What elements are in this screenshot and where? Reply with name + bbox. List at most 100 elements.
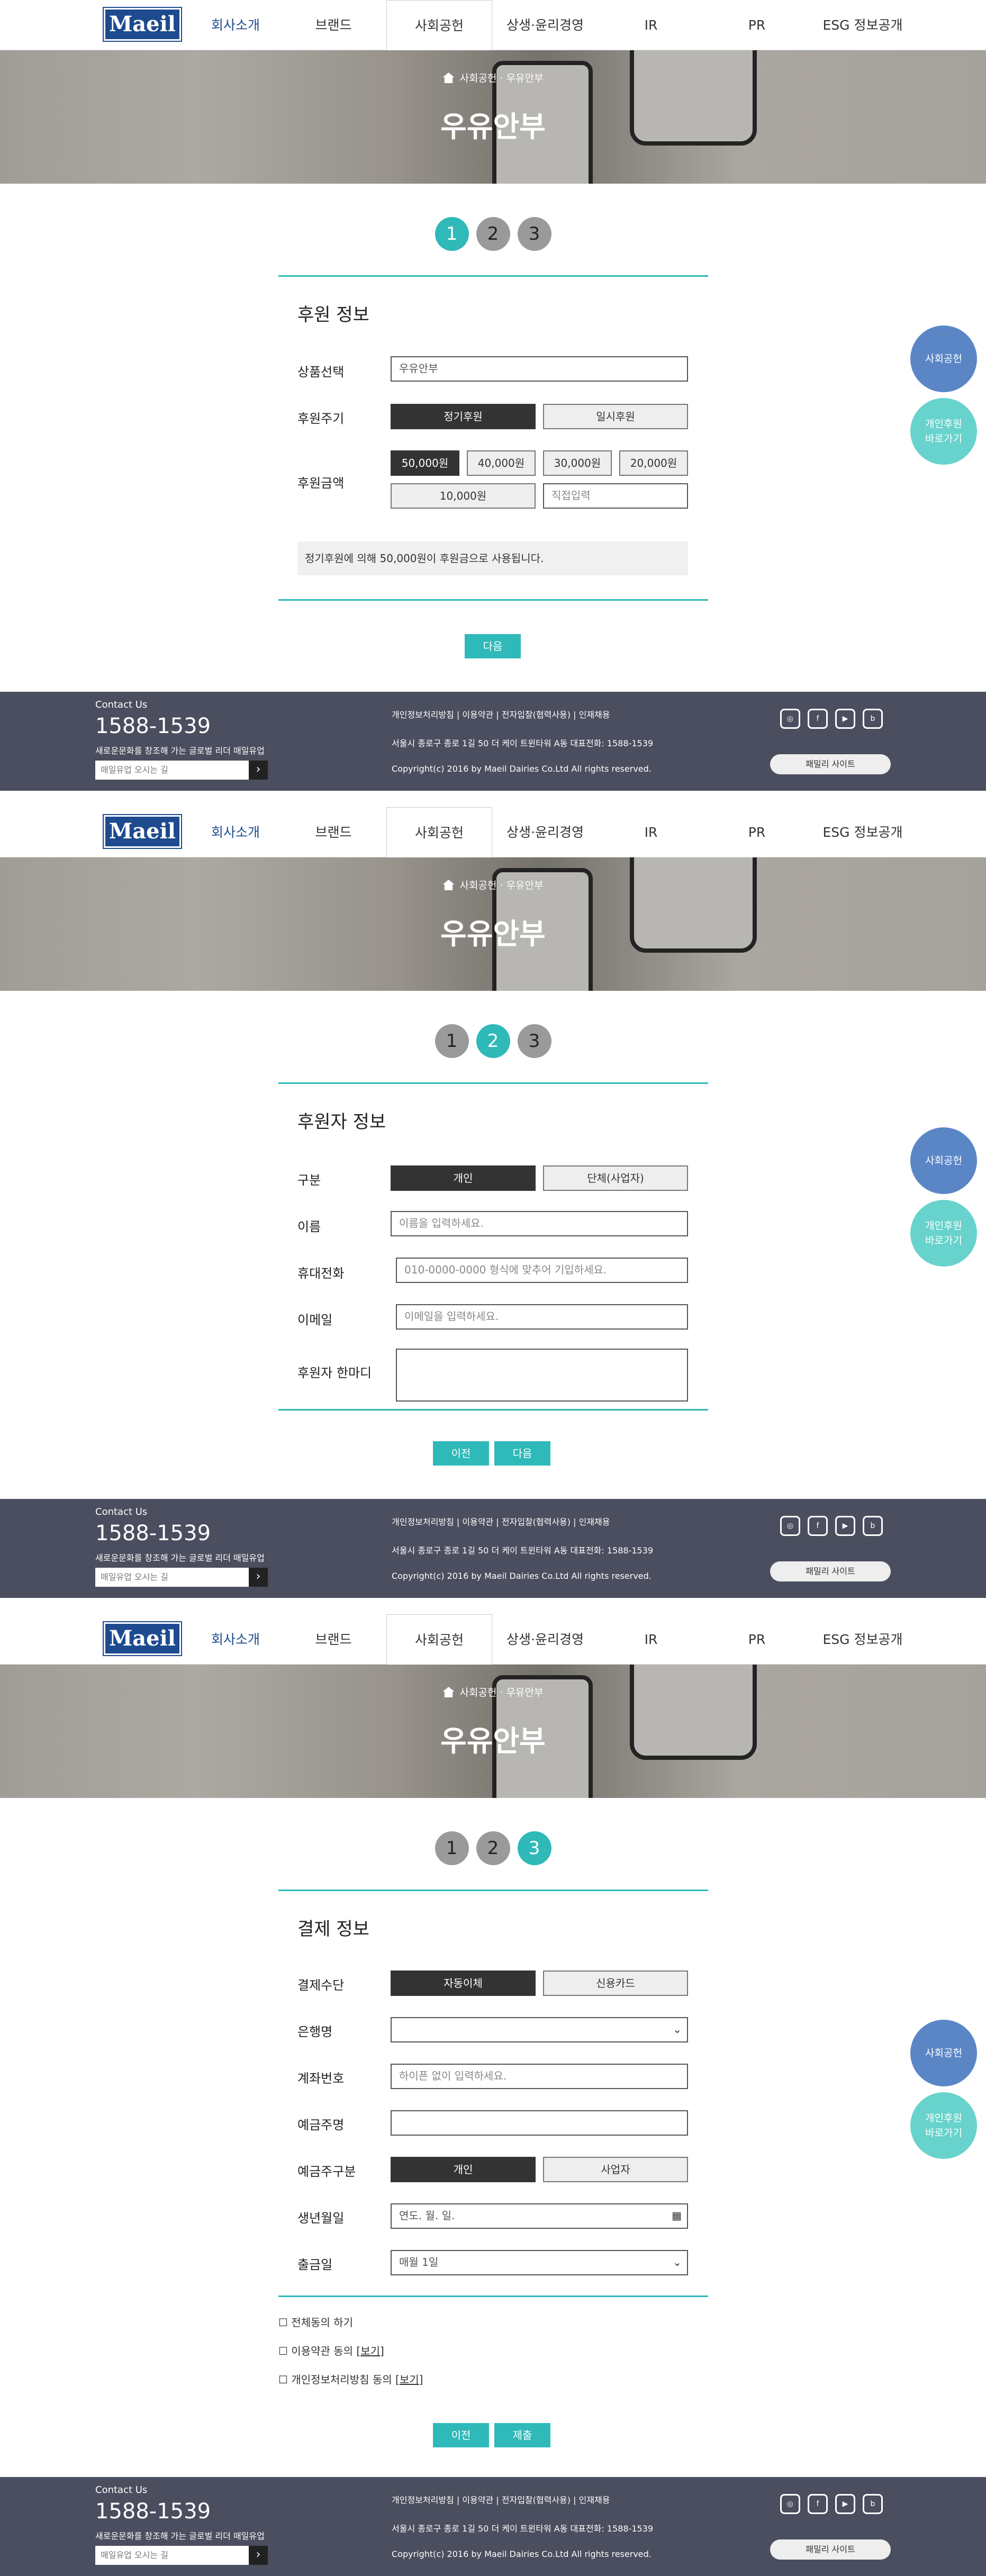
page-title: 우유안부 xyxy=(440,110,546,143)
maeil-logo[interactable]: Maeil xyxy=(103,7,182,42)
nav-ethics[interactable]: 상생·윤리경영 xyxy=(492,1614,598,1665)
amount-10000[interactable]: 10,000원 xyxy=(391,483,536,509)
footer: Contact Us 1588-1539 새로운문화를 창조해 가는 글로벌 리… xyxy=(0,1499,986,1598)
chevron-right-icon[interactable]: › xyxy=(249,761,268,780)
nav-ethics[interactable]: 상생·윤리경영 xyxy=(492,0,598,50)
youtube-icon[interactable]: ▶ xyxy=(835,709,855,729)
nav-social[interactable]: 사회공헌 xyxy=(386,807,492,857)
home-icon[interactable] xyxy=(442,1687,455,1697)
auto-transfer-button[interactable]: 자동이체 xyxy=(391,1971,536,1996)
message-textarea[interactable] xyxy=(396,1349,688,1402)
view-terms-link[interactable]: 보기 xyxy=(360,2345,380,2357)
maeil-logo[interactable]: Maeil xyxy=(103,814,182,849)
agree-privacy-checkbox[interactable]: ☐ 개인정보처리방침 동의 [보기] xyxy=(278,2371,423,2387)
nav-brand[interactable]: 브랜드 xyxy=(281,807,386,857)
family-site-button[interactable]: 패밀리 사이트 xyxy=(770,754,891,774)
birth-date-input[interactable]: 연도. 월. 일. ▦ xyxy=(391,2203,688,2229)
nav-social[interactable]: 사회공헌 xyxy=(386,1614,492,1665)
prev-button[interactable]: 이전 xyxy=(433,2423,489,2447)
instagram-icon[interactable]: ◎ xyxy=(780,2494,800,2514)
social-float-button[interactable]: 사회공헌 xyxy=(910,326,977,392)
directions-select[interactable]: 매일유업 오시는 길 xyxy=(95,1568,249,1587)
blog-icon[interactable]: b xyxy=(863,2494,883,2514)
instagram-icon[interactable]: ◎ xyxy=(780,709,800,729)
facebook-icon[interactable]: f xyxy=(808,2494,828,2514)
blog-icon[interactable]: b xyxy=(863,709,883,729)
private-donation-float-button[interactable]: 개인후원 바로가기 xyxy=(910,1200,977,1267)
bank-select[interactable]: ⌄ xyxy=(391,2017,688,2042)
amount-30000[interactable]: 30,000원 xyxy=(543,450,612,476)
prev-button[interactable]: 이전 xyxy=(433,1441,489,1466)
nav-pr[interactable]: PR xyxy=(704,1614,810,1665)
name-input[interactable]: 이름을 입력하세요. xyxy=(391,1211,688,1236)
home-icon[interactable] xyxy=(442,880,455,890)
nav-ir[interactable]: IR xyxy=(598,807,704,857)
facebook-icon[interactable]: f xyxy=(808,709,828,729)
footer-tel: 1588-1539 xyxy=(95,1521,211,1545)
nav-social[interactable]: 사회공헌 xyxy=(386,0,492,50)
next-button[interactable]: 다음 xyxy=(465,634,521,658)
nav-company[interactable]: 회사소개 xyxy=(191,1614,281,1665)
nav-brand[interactable]: 브랜드 xyxy=(281,1614,386,1665)
youtube-icon[interactable]: ▶ xyxy=(835,2494,855,2514)
hero-banner: 사회공헌 · 우유안부 우유안부 xyxy=(0,1665,986,1798)
name-label: 이름 xyxy=(297,1219,321,1234)
holder-personal-button[interactable]: 개인 xyxy=(391,2157,536,2182)
youtube-icon[interactable]: ▶ xyxy=(835,1516,855,1536)
personal-button[interactable]: 개인 xyxy=(391,1165,536,1191)
account-input[interactable]: 하이픈 없이 입력하세요. xyxy=(391,2064,688,2089)
nav-ethics[interactable]: 상생·윤리경영 xyxy=(492,807,598,857)
nav-pr[interactable]: PR xyxy=(704,807,810,857)
nav-esg[interactable]: ESG 정보공개 xyxy=(810,807,916,857)
calendar-icon[interactable]: ▦ xyxy=(672,2204,682,2227)
directions-select[interactable]: 매일유업 오시는 길 xyxy=(95,2546,249,2565)
next-button[interactable]: 다음 xyxy=(494,1441,550,1466)
social-float-button[interactable]: 사회공헌 xyxy=(910,2020,977,2086)
donation-info-panel: 후원 정보 상품선택 우유안부 후원주기 정기후원 일시후원 후원금액 50,0… xyxy=(278,275,708,601)
footer-links[interactable]: 개인정보처리방침 | 이용약관 | 전자입찰(협력사용) | 인재채용 xyxy=(392,2493,610,2506)
product-field[interactable]: 우유안부 xyxy=(391,356,688,382)
phone-input[interactable]: 010-0000-0000 형식에 맞추어 기입하세요. xyxy=(396,1258,688,1283)
nav-brand[interactable]: 브랜드 xyxy=(281,0,386,50)
social-float-button[interactable]: 사회공헌 xyxy=(910,1127,977,1194)
group-button[interactable]: 단체(사업자) xyxy=(543,1165,688,1191)
nav-company[interactable]: 회사소개 xyxy=(191,0,281,50)
footer-links[interactable]: 개인정보처리방침 | 이용약관 | 전자입찰(협력사용) | 인재채용 xyxy=(392,1515,610,1527)
holder-label: 예금주명 xyxy=(297,2118,345,2132)
family-site-button[interactable]: 패밀리 사이트 xyxy=(770,1561,891,1581)
maeil-logo[interactable]: Maeil xyxy=(103,1621,182,1656)
private-donation-float-button[interactable]: 개인후원 바로가기 xyxy=(910,2092,977,2159)
withdraw-day-select[interactable]: 매월 1일 ⌄ xyxy=(391,2250,688,2275)
nav-esg[interactable]: ESG 정보공개 xyxy=(810,0,916,50)
home-icon[interactable] xyxy=(442,73,455,83)
private-donation-float-button[interactable]: 개인후원 바로가기 xyxy=(910,398,977,465)
nav-pr[interactable]: PR xyxy=(704,0,810,50)
instagram-icon[interactable]: ◎ xyxy=(780,1516,800,1536)
view-privacy-link[interactable]: 보기 xyxy=(400,2373,419,2386)
once-button[interactable]: 일시후원 xyxy=(543,404,688,429)
submit-button[interactable]: 제출 xyxy=(494,2423,550,2447)
amount-custom-input[interactable]: 직접입력 xyxy=(543,483,688,509)
nav-company[interactable]: 회사소개 xyxy=(191,807,281,857)
amount-20000[interactable]: 20,000원 xyxy=(619,450,688,476)
holder-business-button[interactable]: 사업자 xyxy=(543,2157,688,2182)
bank-label: 은행명 xyxy=(297,2024,333,2039)
chevron-right-icon[interactable]: › xyxy=(249,2546,268,2565)
facebook-icon[interactable]: f xyxy=(808,1516,828,1536)
directions-select[interactable]: 매일유업 오시는 길 xyxy=(95,761,249,780)
amount-50000[interactable]: 50,000원 xyxy=(391,450,459,476)
footer-links[interactable]: 개인정보처리방침 | 이용약관 | 전자입찰(협력사용) | 인재채용 xyxy=(392,708,610,720)
agree-all-checkbox[interactable]: ☐ 전체동의 하기 xyxy=(278,2314,353,2329)
nav-ir[interactable]: IR xyxy=(598,0,704,50)
holder-input[interactable] xyxy=(391,2110,688,2136)
nav-esg[interactable]: ESG 정보공개 xyxy=(810,1614,916,1665)
email-input[interactable]: 이메일을 입력하세요. xyxy=(396,1304,688,1330)
credit-card-button[interactable]: 신용카드 xyxy=(543,1971,688,1996)
agree-terms-checkbox[interactable]: ☐ 이용약관 동의 [보기] xyxy=(278,2343,384,2358)
chevron-right-icon[interactable]: › xyxy=(249,1568,268,1587)
amount-40000[interactable]: 40,000원 xyxy=(467,450,536,476)
regular-button[interactable]: 정기후원 xyxy=(391,404,536,429)
blog-icon[interactable]: b xyxy=(863,1516,883,1536)
family-site-button[interactable]: 패밀리 사이트 xyxy=(770,2539,891,2560)
nav-ir[interactable]: IR xyxy=(598,1614,704,1665)
